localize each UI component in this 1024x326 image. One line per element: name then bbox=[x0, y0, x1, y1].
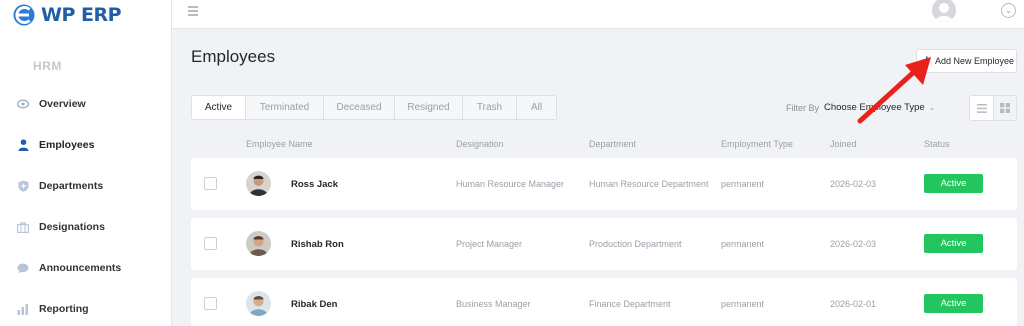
grid-view-button[interactable] bbox=[993, 96, 1016, 120]
status-badge: Active bbox=[924, 234, 983, 253]
employee-name-link[interactable]: Ross Jack bbox=[291, 179, 338, 190]
joined-cell: 2026-02-03 bbox=[830, 239, 877, 249]
employment-type-cell: permanent bbox=[721, 239, 765, 249]
avatar bbox=[246, 171, 271, 196]
user-avatar[interactable] bbox=[932, 0, 956, 22]
column-header-joined[interactable]: Joined bbox=[830, 139, 857, 149]
sidebar-item-label: Reporting bbox=[39, 303, 89, 315]
tab-terminated[interactable]: Terminated bbox=[246, 96, 324, 119]
view-toggle bbox=[969, 95, 1017, 121]
wp-erp-logo-icon bbox=[13, 4, 35, 26]
filter-label: Filter By bbox=[786, 103, 820, 113]
logo-text: WP ERP bbox=[41, 4, 122, 26]
sidebar-item-reporting[interactable]: Reporting bbox=[0, 294, 172, 324]
employee-name-link[interactable]: Ribak Den bbox=[291, 299, 337, 310]
sidebar-item-label: Designations bbox=[39, 221, 105, 233]
add-new-employee-label: Add New Employee bbox=[935, 56, 1015, 66]
employment-type-cell: permanent bbox=[721, 299, 765, 309]
department-cell: Human Resource Department bbox=[589, 179, 709, 189]
status-badge: Active bbox=[924, 294, 983, 313]
default-avatar-icon bbox=[932, 0, 956, 22]
avatar bbox=[246, 291, 271, 316]
column-header-status[interactable]: Status bbox=[924, 139, 950, 149]
wp-erp-logo[interactable]: WP ERP bbox=[12, 2, 122, 28]
chat-bubble-icon bbox=[17, 262, 29, 274]
menu-toggle-icon[interactable] bbox=[188, 6, 198, 16]
column-header-department[interactable]: Department bbox=[589, 139, 636, 149]
eye-icon bbox=[17, 98, 29, 110]
sidebar-item-announcements[interactable]: Announcements bbox=[0, 253, 172, 283]
table-row: Rishab Ron Project Manager Production De… bbox=[191, 218, 1017, 270]
employee-name-link[interactable]: Rishab Ron bbox=[291, 239, 344, 250]
sidebar-item-label: Overview bbox=[39, 98, 86, 110]
table-row: Ribak Den Business Manager Finance Depar… bbox=[191, 278, 1017, 326]
sidebar-item-departments[interactable]: Departments bbox=[0, 171, 172, 201]
department-cell: Finance Department bbox=[589, 299, 671, 309]
module-title: HRM bbox=[33, 59, 62, 73]
column-header-designation[interactable]: Designation bbox=[456, 139, 504, 149]
bar-chart-icon bbox=[17, 303, 29, 315]
chevron-down-icon[interactable]: ⌄ bbox=[1001, 3, 1016, 18]
row-checkbox[interactable] bbox=[204, 177, 217, 190]
page-title: Employees bbox=[191, 47, 276, 66]
joined-cell: 2026-02-01 bbox=[830, 299, 877, 309]
list-icon bbox=[976, 103, 987, 113]
joined-cell: 2026-02-03 bbox=[830, 179, 877, 189]
department-cell: Production Department bbox=[589, 239, 682, 249]
tab-deceased[interactable]: Deceased bbox=[324, 96, 395, 119]
tab-all[interactable]: All bbox=[517, 96, 556, 119]
designation-cell: Human Resource Manager bbox=[456, 179, 565, 189]
table-row: Ross Jack Human Resource Manager Human R… bbox=[191, 158, 1017, 210]
sidebar-item-overview[interactable]: Overview bbox=[0, 89, 172, 119]
sidebar-item-label: Announcements bbox=[39, 262, 122, 274]
tab-trash[interactable]: Trash bbox=[463, 96, 517, 119]
row-checkbox[interactable] bbox=[204, 297, 217, 310]
sidebar: WP ERP HRM Overview Employees Department… bbox=[0, 0, 172, 326]
status-badge: Active bbox=[924, 174, 983, 193]
annotation-arrow-icon bbox=[857, 57, 931, 124]
avatar bbox=[246, 231, 271, 256]
sidebar-item-label: Employees bbox=[39, 139, 95, 151]
grid-icon bbox=[1000, 103, 1010, 113]
designation-cell: Project Manager bbox=[456, 239, 523, 249]
sidebar-item-employees[interactable]: Employees bbox=[0, 130, 172, 160]
column-header-employee-name[interactable]: Employee Name bbox=[246, 139, 313, 149]
row-checkbox[interactable] bbox=[204, 237, 217, 250]
designation-cell: Business Manager bbox=[456, 299, 531, 309]
sidebar-item-designations[interactable]: Designations bbox=[0, 212, 172, 242]
tab-resigned[interactable]: Resigned bbox=[395, 96, 463, 119]
employment-type-cell: permanent bbox=[721, 179, 765, 189]
top-bar: ⌄ bbox=[172, 0, 1024, 29]
status-tabs: Active Terminated Deceased Resigned Tras… bbox=[191, 95, 557, 120]
column-header-employment-type[interactable]: Employment Type bbox=[721, 139, 793, 149]
briefcase-icon bbox=[17, 221, 29, 233]
shield-icon bbox=[17, 180, 29, 192]
sidebar-item-label: Departments bbox=[39, 180, 104, 192]
list-view-button[interactable] bbox=[970, 96, 993, 120]
user-icon bbox=[17, 139, 29, 151]
tab-active[interactable]: Active bbox=[192, 96, 246, 119]
